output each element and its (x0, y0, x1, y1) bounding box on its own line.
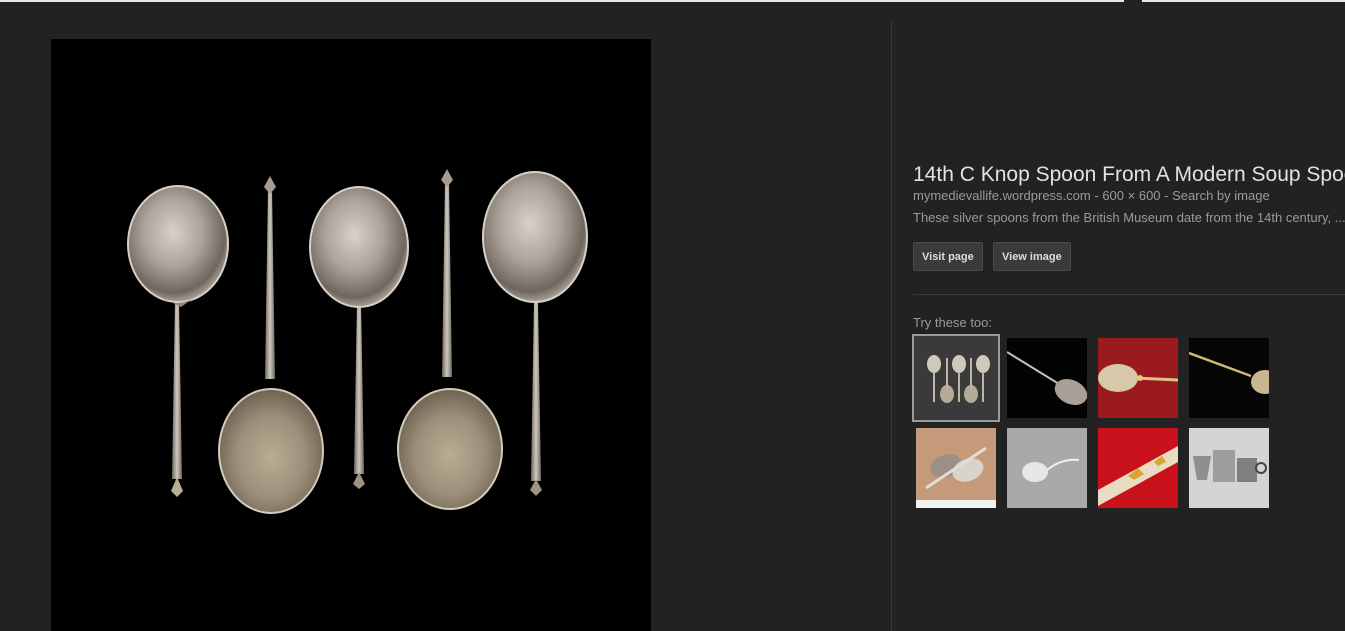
related-thumb-6[interactable] (1007, 428, 1087, 508)
related-thumb-1[interactable] (912, 334, 1000, 422)
spoons-grid-thumb-image (914, 336, 998, 420)
spoon-1 (127, 185, 229, 497)
meta-separator-1: - (1094, 188, 1099, 203)
top-bar-left (0, 0, 1124, 2)
spoon-3 (309, 186, 409, 489)
silver-spoon-grey-thumb-image (1007, 428, 1087, 508)
selection-pointer (1124, 0, 1142, 3)
top-strip (0, 0, 1345, 3)
related-label: Try these too: (913, 315, 992, 330)
related-thumb-7[interactable] (1098, 428, 1178, 508)
silver-cups-thumb-image (1189, 428, 1269, 508)
main-image[interactable] (51, 39, 651, 631)
related-thumb-4[interactable] (1189, 338, 1269, 418)
result-description: These silver spoons from the British Mus… (913, 210, 1345, 225)
gilded-handle-red-thumb-image (1098, 428, 1178, 508)
panel-divider (891, 20, 892, 631)
meta-separator-2: - (1164, 188, 1169, 203)
gold-spoon-on-black-thumb-image (1189, 338, 1269, 418)
view-image-button[interactable]: View image (993, 242, 1071, 271)
related-thumb-8[interactable] (1189, 428, 1269, 508)
result-meta: mymedievallife.wordpress.com - 600 × 600… (913, 188, 1345, 203)
top-bar-right (1142, 0, 1345, 2)
source-site[interactable]: mymedievallife.wordpress.com (913, 188, 1091, 203)
search-by-image-link[interactable]: Search by image (1172, 188, 1270, 203)
visit-page-button[interactable]: Visit page (913, 242, 983, 271)
related-thumb-2[interactable] (1007, 338, 1087, 418)
image-dimensions: 600 × 600 (1102, 188, 1161, 203)
result-title[interactable]: 14th C Knop Spoon From A Modern Soup Spo… (913, 163, 1345, 187)
section-divider (913, 294, 1345, 295)
related-thumb-5[interactable] (916, 428, 996, 508)
spoon-2 (218, 176, 324, 514)
spoon-on-black-thumb-image (1007, 338, 1087, 418)
spoon-on-red-thumb-image (1098, 338, 1178, 418)
spoons-closeup-thumb-image (916, 428, 996, 508)
spoons-image (127, 169, 588, 514)
related-thumb-3[interactable] (1098, 338, 1178, 418)
